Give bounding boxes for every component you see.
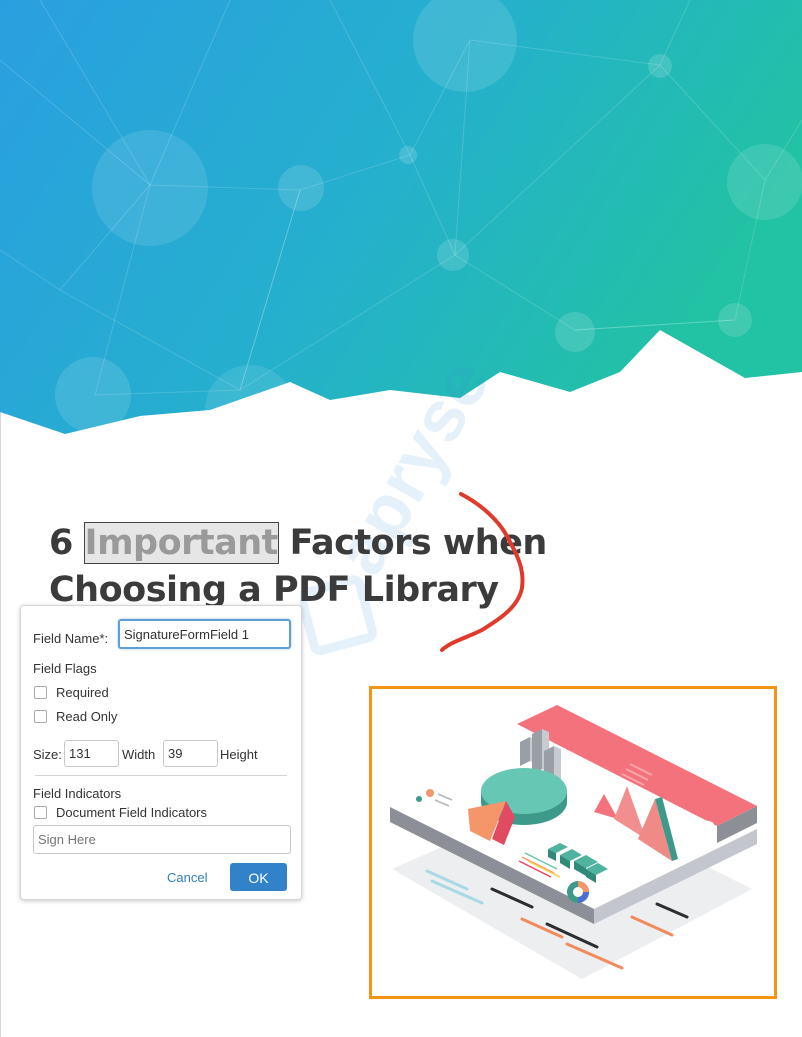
cancel-button[interactable]: Cancel bbox=[161, 866, 209, 888]
sign-here-input[interactable] bbox=[33, 825, 291, 854]
height-label: Height bbox=[220, 747, 258, 762]
document-indicators-label[interactable]: Document Field Indicators bbox=[56, 805, 207, 820]
document-indicators-checkbox[interactable] bbox=[34, 806, 47, 819]
required-label[interactable]: Required bbox=[56, 685, 109, 700]
width-input[interactable] bbox=[64, 740, 119, 767]
height-input[interactable] bbox=[163, 740, 218, 767]
image-frame[interactable] bbox=[369, 686, 777, 999]
field-indicators-heading: Field Indicators bbox=[33, 786, 122, 801]
pdf-page: apryse 6 Important Factors when Choosing … bbox=[0, 0, 802, 1037]
field-name-label: Field Name*: bbox=[33, 631, 109, 646]
required-checkbox[interactable] bbox=[34, 686, 47, 699]
read-only-checkbox[interactable] bbox=[34, 710, 47, 723]
read-only-label[interactable]: Read Only bbox=[56, 709, 117, 724]
ink-annotation[interactable] bbox=[430, 480, 540, 660]
ok-button[interactable]: OK bbox=[230, 863, 287, 891]
field-name-input[interactable] bbox=[118, 619, 291, 649]
width-label: Width bbox=[122, 747, 156, 762]
title-prefix: 6 bbox=[49, 523, 85, 563]
field-flags-heading: Field Flags bbox=[33, 661, 97, 676]
dialog-divider bbox=[35, 775, 287, 776]
signature-field-dialog: Field Name*: Field Flags Required Read O… bbox=[20, 605, 302, 900]
size-label: Size: bbox=[33, 747, 62, 762]
highlighted-word[interactable]: Important bbox=[83, 522, 279, 564]
dashboard-illustration bbox=[390, 705, 757, 979]
